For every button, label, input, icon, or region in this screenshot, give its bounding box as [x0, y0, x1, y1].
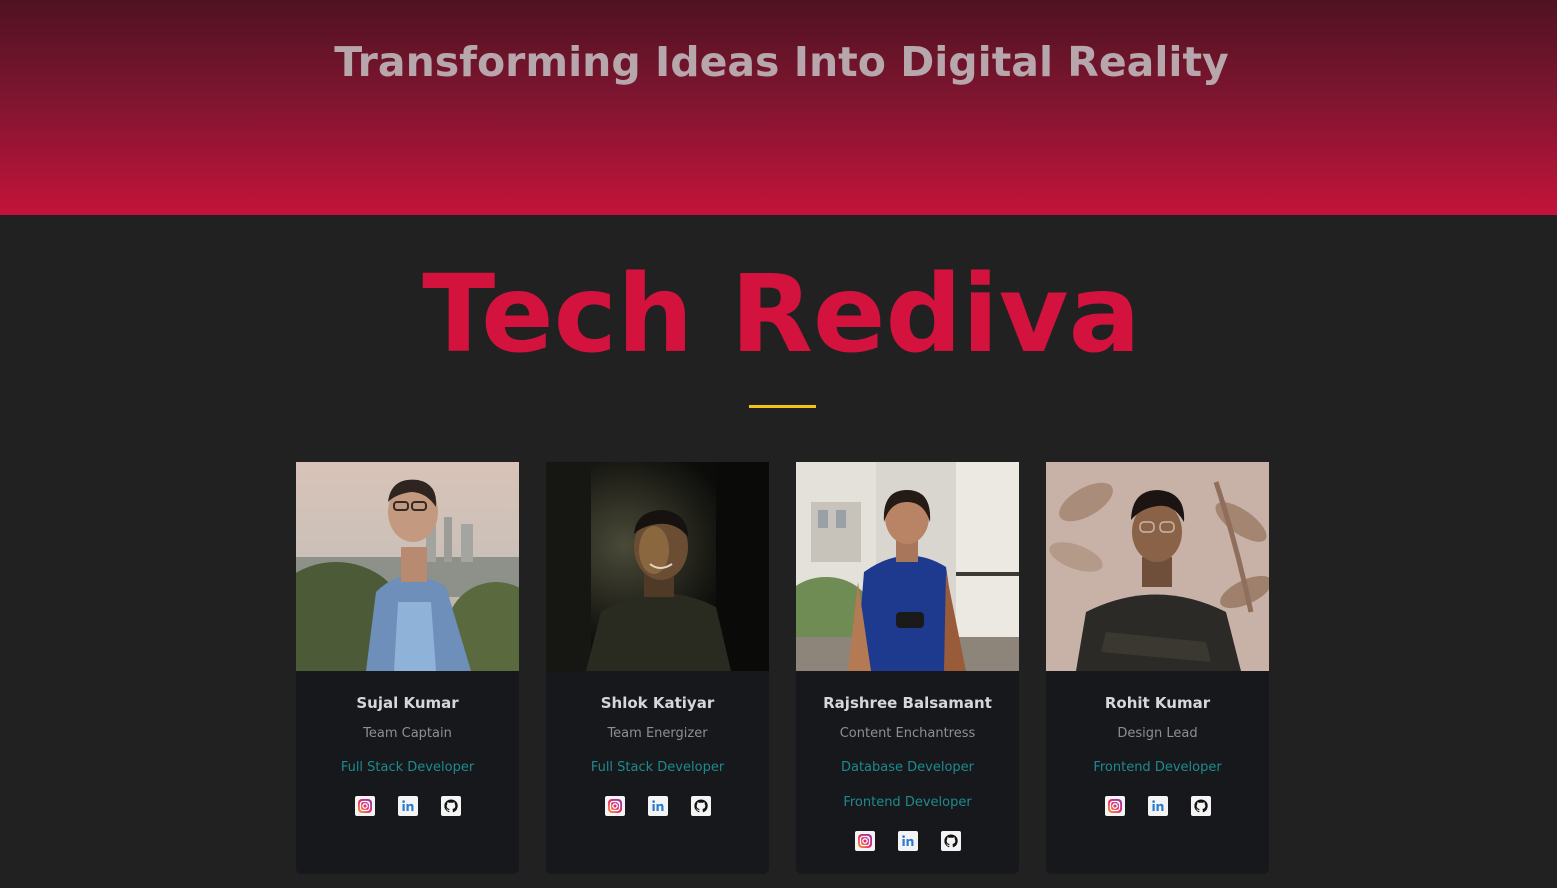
instagram-icon[interactable] — [1104, 796, 1125, 816]
instagram-icon[interactable] — [604, 796, 625, 816]
social-links — [546, 796, 769, 816]
member-name: Shlok Katiyar — [600, 694, 715, 712]
member-photo — [796, 462, 1019, 671]
team-card-sujal: Sujal Kumar Team Captain Full Stack Deve… — [296, 462, 519, 874]
member-photo — [296, 462, 519, 671]
linkedin-icon[interactable] — [1147, 796, 1168, 816]
hero-banner: Transforming Ideas Into Digital Reality — [0, 0, 1557, 215]
member-photo — [546, 462, 769, 671]
team-card-rajshree: Rajshree Balsamant Content Enchantress D… — [796, 462, 1019, 874]
member-skill: Frontend Developer — [1093, 760, 1222, 775]
member-photo — [1046, 462, 1269, 671]
github-icon[interactable] — [440, 796, 461, 816]
member-name: Sujal Kumar — [356, 694, 459, 712]
team-card-rohit: Rohit Kumar Design Lead Frontend Develop… — [1046, 462, 1269, 874]
instagram-icon[interactable] — [354, 796, 375, 816]
instagram-icon[interactable] — [854, 831, 875, 851]
linkedin-icon[interactable] — [397, 796, 418, 816]
member-skill: Frontend Developer — [843, 795, 972, 810]
social-links — [1046, 796, 1269, 816]
brand-title: Tech Rediva — [422, 253, 1141, 377]
member-role: Team Energizer — [607, 726, 708, 741]
social-links — [296, 796, 519, 816]
title-divider — [749, 405, 816, 408]
member-role: Team Captain — [363, 726, 452, 741]
member-skill: Database Developer — [840, 760, 975, 775]
member-role: Design Lead — [1117, 726, 1198, 741]
team-card-shlok: Shlok Katiyar Team Energizer Full Stack … — [546, 462, 769, 874]
member-skill: Full Stack Developer — [590, 760, 725, 775]
member-skill: Full Stack Developer — [340, 760, 475, 775]
github-icon[interactable] — [690, 796, 711, 816]
member-name: Rajshree Balsamant — [823, 694, 992, 712]
github-icon[interactable] — [1190, 796, 1211, 816]
social-links — [796, 831, 1019, 851]
linkedin-icon[interactable] — [897, 831, 918, 851]
linkedin-icon[interactable] — [647, 796, 668, 816]
github-icon[interactable] — [940, 831, 961, 851]
member-name: Rohit Kumar — [1104, 694, 1211, 712]
member-role: Content Enchantress — [839, 726, 976, 741]
hero-title: Transforming Ideas Into Digital Reality — [334, 38, 1229, 86]
